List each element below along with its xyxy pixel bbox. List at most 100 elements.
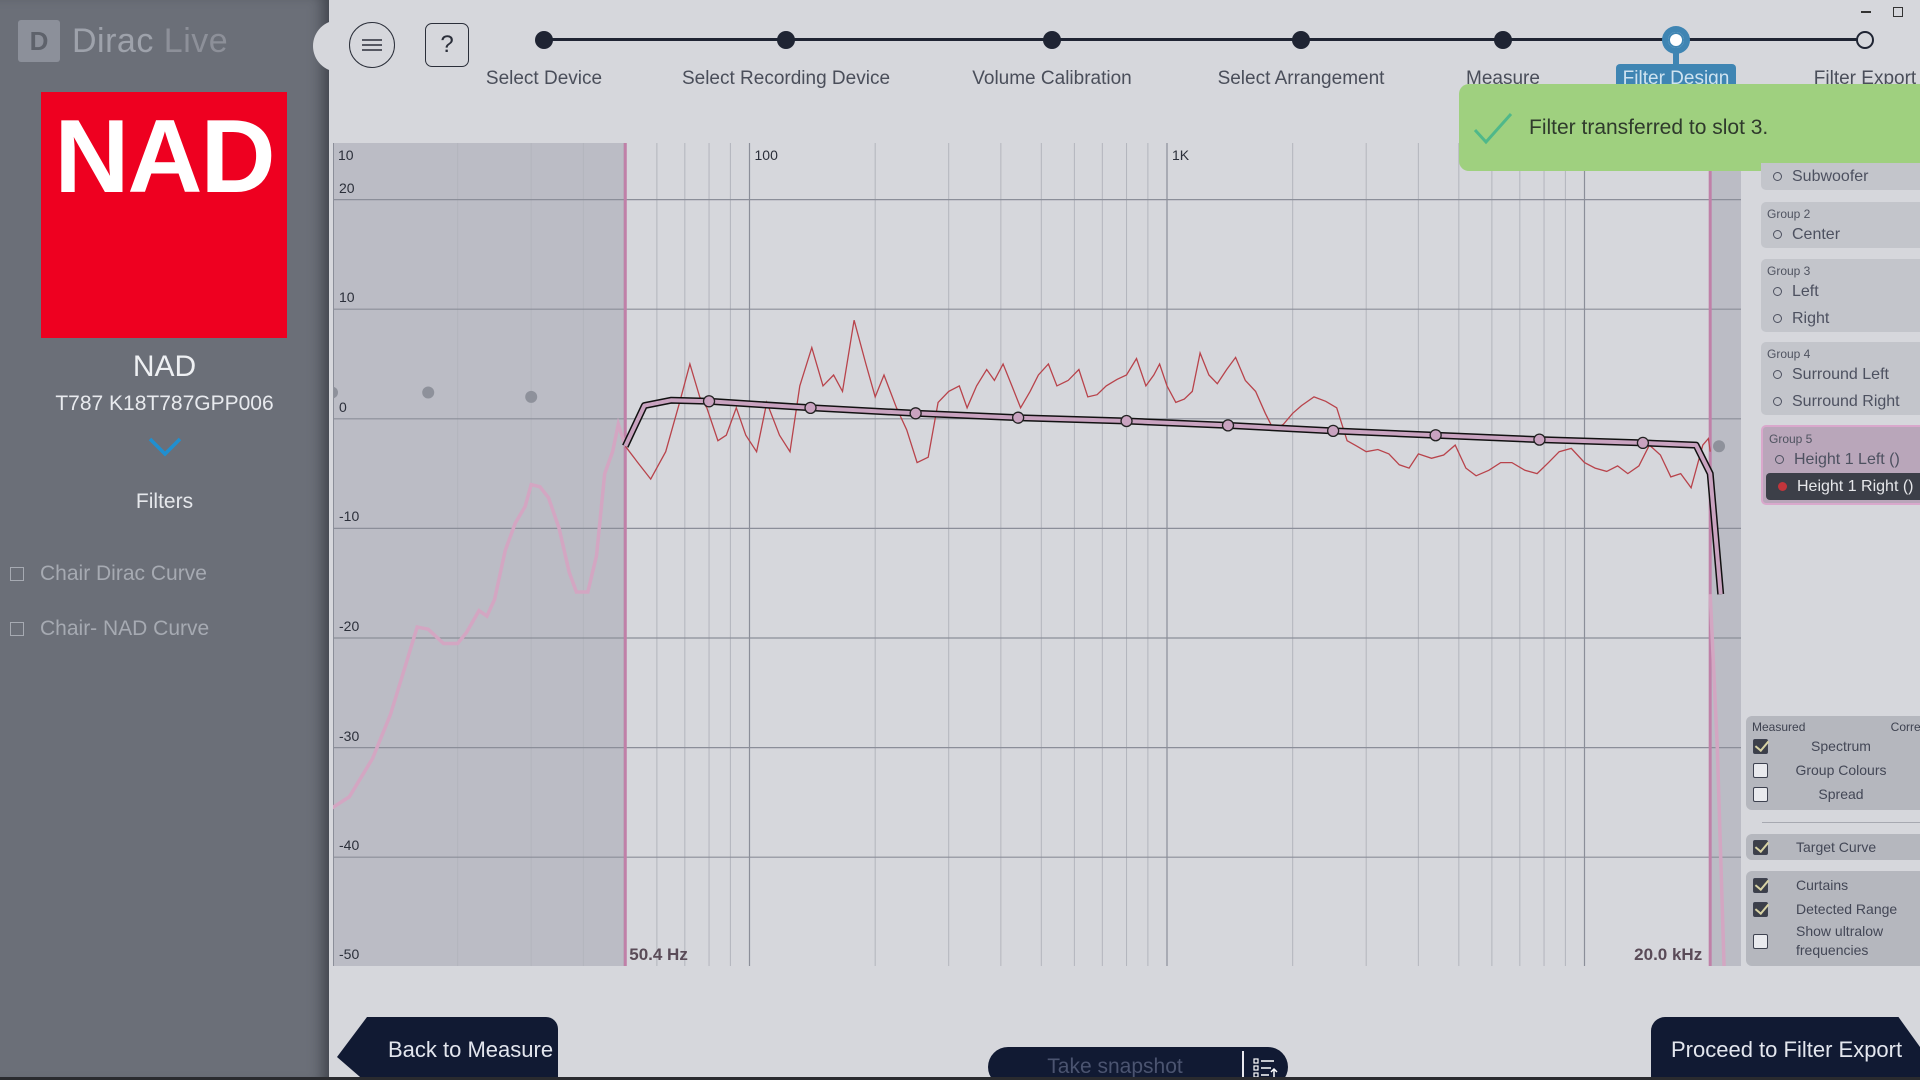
window-minimize-button[interactable] [1859, 3, 1873, 17]
device-brand-logo: NAD [41, 92, 287, 338]
dirac-logo-icon: D [18, 20, 60, 62]
target-curve-handle[interactable] [1011, 411, 1025, 424]
option-spread[interactable]: Spread [1746, 782, 1920, 806]
target-curve-handle[interactable] [1533, 433, 1546, 446]
proceed-button-label: Proceed to Filter Export [1671, 1037, 1903, 1062]
option-checkbox[interactable] [1753, 738, 1768, 754]
target-curve-handle[interactable] [1221, 419, 1235, 432]
filter-checkbox[interactable] [10, 567, 24, 581]
wizard-step-select-device[interactable]: Select Device [444, 0, 644, 90]
logo-product: Live [163, 21, 229, 60]
channel-radio-icon [1775, 455, 1784, 464]
check-icon [1473, 112, 1513, 144]
target-curve-handle[interactable] [702, 395, 716, 408]
group-title: Group 4 [1767, 347, 1811, 361]
filter-label: Chair- NAD Curve [40, 617, 210, 640]
step-dot-icon [1043, 31, 1061, 49]
target-curve-toggle[interactable]: Target Curve [1746, 834, 1920, 860]
channel-radio-icon [1773, 397, 1782, 406]
channel-group-2: Group 2 Center [1761, 202, 1920, 248]
filter-item-chair-nad-curve[interactable]: Chair- NAD Curve [10, 617, 209, 641]
group-title: Group 3 [1767, 264, 1811, 278]
logo-brand: Dirac [72, 21, 154, 60]
channel-label: Left [1792, 282, 1819, 300]
channel-group-3: Group 3 Left Right [1761, 259, 1920, 332]
y-tick-label: -40 [339, 837, 360, 854]
channel-label: Height 1 Left () [1794, 450, 1900, 468]
option-checkbox[interactable] [1753, 933, 1768, 949]
y-tick-label: 20 [339, 179, 355, 196]
step-dot-icon [1856, 31, 1874, 49]
window-maximize-button[interactable] [1893, 7, 1903, 17]
wizard-step-select-recording-device[interactable]: Select Recording Device [682, 0, 890, 90]
step-label: Select Device [485, 68, 603, 89]
menu-button[interactable] [349, 22, 395, 68]
corrected-header: Correct [1890, 720, 1920, 734]
snapshot-list-icon[interactable] [1244, 1052, 1288, 1080]
inactive-curve-handle[interactable] [422, 386, 435, 399]
target-curve-label: Target Curve [1796, 839, 1877, 855]
target-curve-checkbox[interactable] [1753, 839, 1768, 855]
target-curve-handle[interactable] [909, 407, 922, 420]
option-label: Show ultralow frequencies [1796, 923, 1884, 958]
channel-item-subwoofer[interactable]: Subwoofer [1761, 163, 1920, 190]
filter-checkbox[interactable] [10, 622, 24, 636]
channel-label: Subwoofer [1792, 167, 1869, 185]
snapshot-control: Take snapshot [988, 1047, 1288, 1080]
proceed-to-filter-export-button[interactable]: Proceed to Filter Export [1651, 1017, 1920, 1080]
step-dot-icon [1292, 31, 1310, 49]
measured-header: Measured [1752, 720, 1806, 734]
option-group-colours[interactable]: Group Colours [1746, 758, 1920, 782]
target-curve-handle[interactable] [1636, 436, 1650, 450]
target-curve-handle[interactable] [1326, 424, 1340, 438]
channel-item-surround-right[interactable]: Surround Right [1761, 388, 1920, 415]
back-to-measure-button[interactable]: Back to Measure [337, 1017, 558, 1080]
step-label: Select Recording Device [681, 68, 891, 89]
channel-radio-icon [1773, 230, 1782, 239]
channel-label: Surround Right [1792, 392, 1900, 410]
frequency-response-chart[interactable]: 10 100 1K 20 10 0 -10 -20 -30 -40 -50 50.4 Hz 20.0 k… [333, 143, 1741, 966]
wizard-step-volume-calibration[interactable]: Volume Calibration [952, 0, 1152, 90]
channel-item-center[interactable]: Center [1761, 221, 1920, 248]
target-curve-handle[interactable] [804, 401, 817, 414]
option-label: Spectrum [1811, 738, 1871, 754]
hamburger-icon [362, 39, 382, 51]
option-checkbox[interactable] [1753, 786, 1768, 802]
chevron-down-icon[interactable] [148, 436, 182, 458]
channel-item-height-1-left[interactable]: Height 1 Left () [1763, 446, 1920, 473]
y-tick-label: 0 [339, 398, 347, 415]
inactive-curve-handle[interactable] [525, 390, 538, 403]
step-label: Volume Calibration [972, 68, 1132, 89]
option-label: Detected Range [1796, 901, 1898, 917]
group-title: Group 5 [1769, 432, 1813, 446]
channel-item-left[interactable]: Left [1761, 278, 1920, 305]
group-title: Group 2 [1767, 207, 1811, 221]
option-checkbox[interactable] [1753, 762, 1768, 778]
app-logo: D Dirac Live [18, 20, 228, 62]
brand-logo-text: NAD [54, 99, 275, 215]
take-snapshot-button[interactable]: Take snapshot [988, 1055, 1242, 1079]
option-checkbox[interactable] [1753, 901, 1768, 917]
option-show-ultralow-frequencies[interactable]: Show ultralow frequencies [1746, 921, 1920, 961]
low-curtain-shade [333, 143, 626, 966]
target-curve-handle[interactable] [1429, 429, 1442, 442]
wizard-step-measure[interactable]: Measure [1403, 0, 1603, 90]
option-detected-range[interactable]: Detected Range [1746, 897, 1920, 921]
device-serial: T787 K18T787GPP006 [55, 392, 274, 415]
option-checkbox[interactable] [1753, 877, 1768, 893]
channel-item-right[interactable]: Right [1761, 305, 1920, 332]
channel-group-1: Subwoofer [1761, 163, 1920, 190]
filter-item-chair-dirac-curve[interactable]: Chair Dirac Curve [10, 562, 207, 586]
option-curtains[interactable]: Curtains [1746, 873, 1920, 897]
target-curve-handle[interactable] [1120, 414, 1133, 428]
channel-item-height-1-right[interactable]: Height 1 Right () [1766, 473, 1920, 500]
channel-radio-icon [1773, 287, 1782, 296]
channel-item-surround-left[interactable]: Surround Left [1761, 361, 1920, 388]
inactive-curve-handle[interactable] [1713, 440, 1726, 453]
option-spectrum[interactable]: Spectrum [1746, 734, 1920, 758]
channel-active-dot-icon [1778, 482, 1787, 491]
x-tick-label: 100 [754, 147, 778, 163]
wizard-step-select-arrangement[interactable]: Select Arrangement [1201, 0, 1401, 90]
sidebar: D Dirac Live NAD NAD T787 K18T787GPP006 … [0, 0, 329, 1080]
chart-canvas[interactable] [333, 143, 1741, 966]
